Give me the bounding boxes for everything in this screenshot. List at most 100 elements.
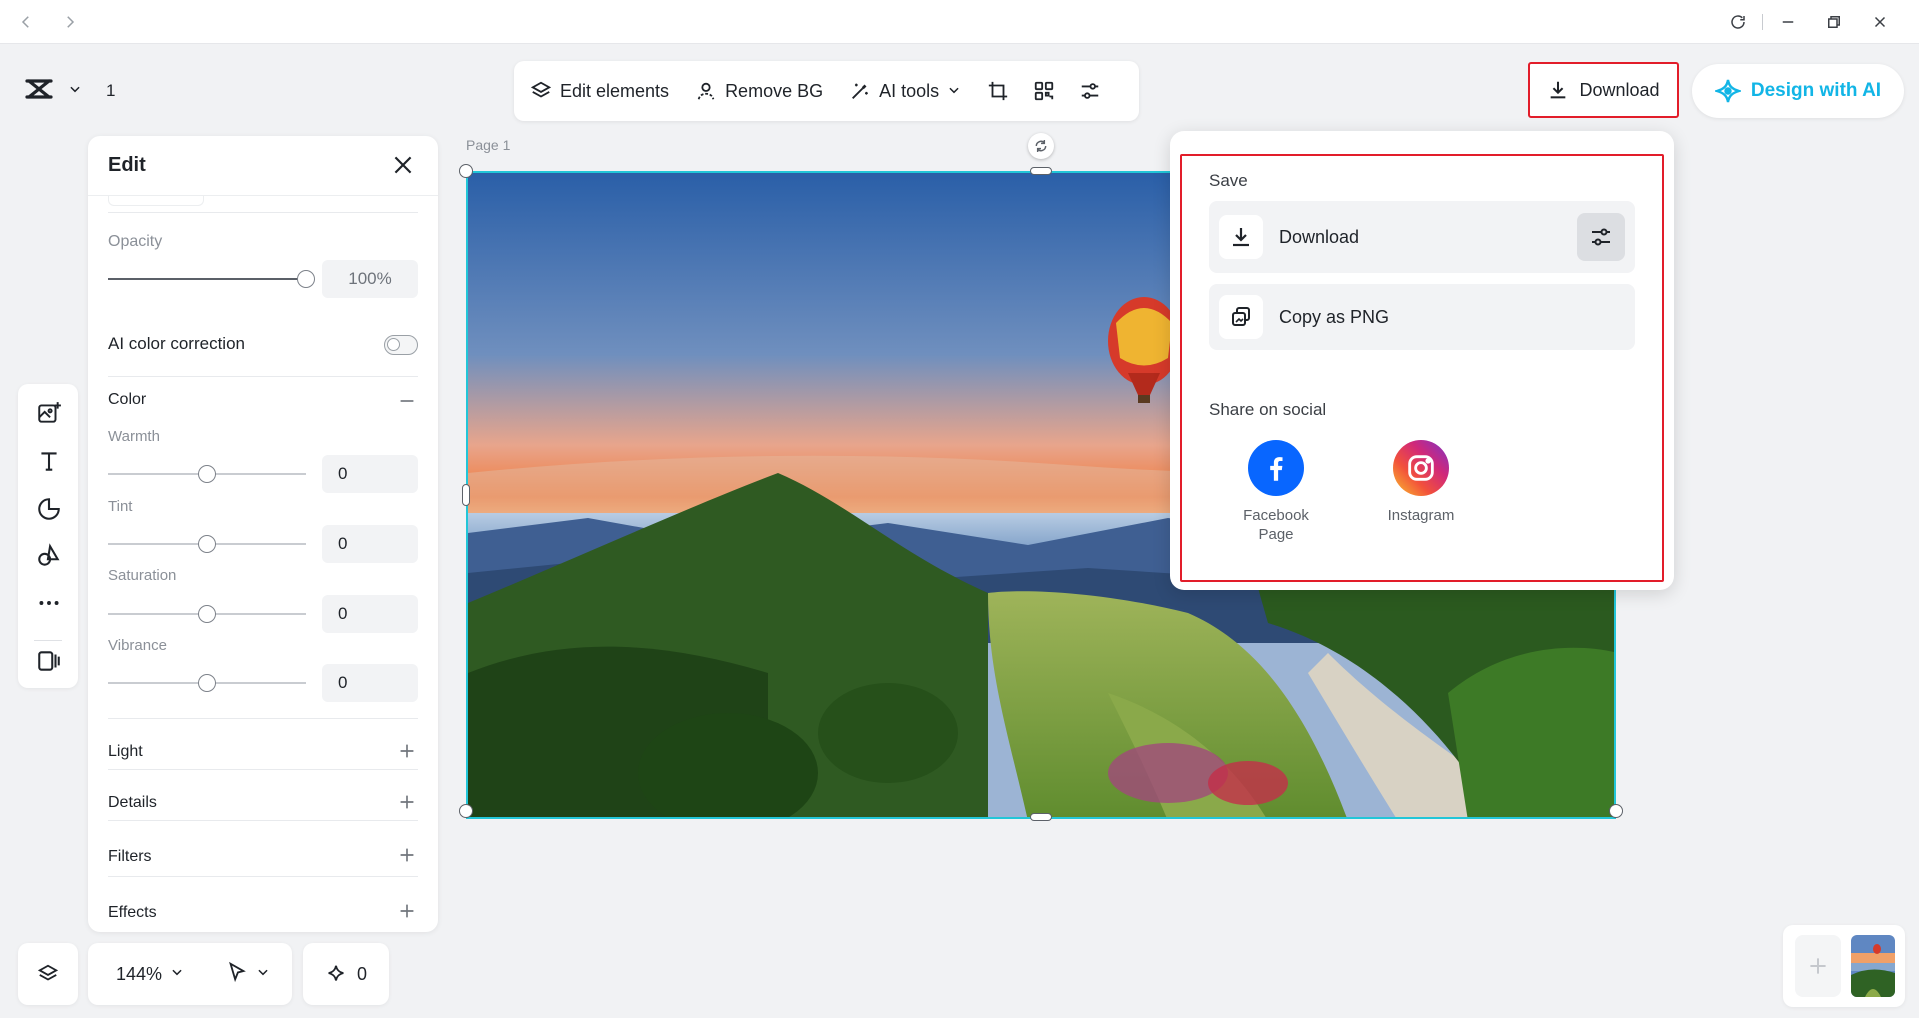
person-cutout-icon [697,82,715,100]
shapes-icon[interactable] [36,496,62,522]
color-section-label: Color [108,391,147,408]
forward-icon[interactable] [54,6,86,38]
close-icon[interactable] [390,152,416,178]
resize-handle-bottom-left[interactable] [459,804,473,818]
sliders-icon [1081,83,1099,99]
divider [108,376,418,377]
saturation-slider[interactable] [108,604,306,624]
copy-as-png-row[interactable]: Copy as PNG [1209,284,1635,350]
warmth-value[interactable]: 0 [322,455,418,493]
download-settings-button[interactable] [1577,213,1625,261]
instagram-label: Instagram [1387,507,1455,524]
copy-icon [1219,295,1263,339]
crop-button[interactable] [987,80,1009,102]
collapse-minus-icon[interactable] [396,390,418,412]
download-icon [1219,215,1263,259]
panel-toggle-icon[interactable] [36,648,62,674]
resize-handle-bottom-right[interactable] [1609,804,1623,818]
page-label: Page 1 [466,137,511,153]
layers-button[interactable] [18,943,78,1005]
chevron-down-icon[interactable] [256,965,270,984]
left-tool-rail [18,384,78,688]
sparkle-icon [328,965,344,981]
facebook-share-button[interactable]: Facebook Page [1226,440,1326,544]
text-icon[interactable] [36,448,62,474]
chevron-down-icon [947,81,961,102]
close-window-icon[interactable] [1864,6,1896,38]
edit-elements-button[interactable]: Edit elements [530,80,669,102]
ai-tools-button[interactable]: AI tools [849,80,961,102]
crop-icon [988,81,1008,101]
opacity-value[interactable]: 100% [322,260,418,298]
page-thumbnail[interactable] [1851,935,1895,997]
resize-handle-bottom[interactable] [1030,813,1052,821]
project-menu[interactable]: 1 [24,74,115,108]
divider [108,718,418,719]
magic-wand-icon [852,83,868,99]
expand-plus-icon[interactable] [396,844,418,866]
expand-plus-icon[interactable] [396,740,418,762]
back-icon[interactable] [10,6,42,38]
qr-scan-button[interactable] [1033,80,1055,102]
adjust-button[interactable] [1079,80,1101,102]
effects-section-label[interactable]: Effects [108,904,157,922]
image-toolbar: Edit elements Remove BG AI tools [514,61,1139,121]
saturation-label: Saturation [108,567,177,584]
copy-as-png-label: Copy as PNG [1279,306,1390,327]
ai-credits-count: 0 [356,963,367,984]
zoom-and-pointer-bar: 144% [88,943,292,1005]
sliders-icon [1592,228,1610,246]
divider [108,820,418,821]
page-thumbnails [1783,925,1905,1007]
design-with-ai-label: Design with AI [1750,80,1882,101]
resize-handle-top[interactable] [1030,167,1052,175]
scan-icon [1034,81,1054,101]
details-section-label[interactable]: Details [108,794,157,812]
design-with-ai-button[interactable]: Design with AI [1692,64,1904,118]
scrolled-content-edge [108,196,204,206]
edit-elements-label: Edit elements [560,80,670,101]
tint-slider[interactable] [108,534,306,554]
resize-handle-top-left[interactable] [459,164,473,178]
pointer-tool-icon[interactable] [226,961,248,988]
saturation-value[interactable]: 0 [322,595,418,633]
remove-bg-button[interactable]: Remove BG [695,80,823,102]
edit-panel-title: Edit [108,154,146,176]
edit-panel: Edit Opacity 100% AI color correction Co… [88,136,438,932]
zoom-level[interactable]: 144% [116,964,162,985]
vibrance-slider[interactable] [108,673,306,693]
save-section-label: Save [1209,171,1248,190]
ai-color-correction-toggle[interactable] [384,335,418,355]
remove-bg-label: Remove BG [725,80,824,101]
tint-value[interactable]: 0 [322,525,418,563]
filters-section-label[interactable]: Filters [108,848,152,866]
ai-tools-label: AI tools [879,80,940,101]
warmth-label: Warmth [108,428,160,445]
chevron-down-icon[interactable] [170,965,184,984]
share-section-label: Share on social [1209,400,1327,419]
resize-handle-left[interactable] [462,484,470,506]
rotate-handle-icon[interactable] [1028,133,1054,159]
expand-plus-icon[interactable] [396,791,418,813]
add-image-icon[interactable] [36,400,62,426]
ai-credits-button[interactable]: 0 [303,943,389,1005]
elements-icon[interactable] [36,543,62,569]
ai-color-correction-label: AI color correction [108,334,245,353]
chevron-down-icon[interactable] [68,82,82,101]
minimize-icon[interactable] [1772,6,1804,38]
expand-plus-icon[interactable] [396,900,418,922]
add-page-plus-icon[interactable] [1795,935,1841,997]
vibrance-label: Vibrance [108,637,167,654]
restore-icon[interactable] [1818,6,1850,38]
instagram-share-button[interactable]: Instagram [1371,440,1471,525]
download-row[interactable]: Download [1209,201,1635,273]
more-icon[interactable] [36,590,62,616]
download-button[interactable]: Download [1528,62,1679,118]
capcut-logo-icon [24,76,54,107]
rail-divider [34,640,62,641]
vibrance-value[interactable]: 0 [322,664,418,702]
opacity-slider[interactable] [108,269,315,289]
light-section-label[interactable]: Light [108,743,143,761]
refresh-icon[interactable] [1722,6,1754,38]
warmth-slider[interactable] [108,464,306,484]
